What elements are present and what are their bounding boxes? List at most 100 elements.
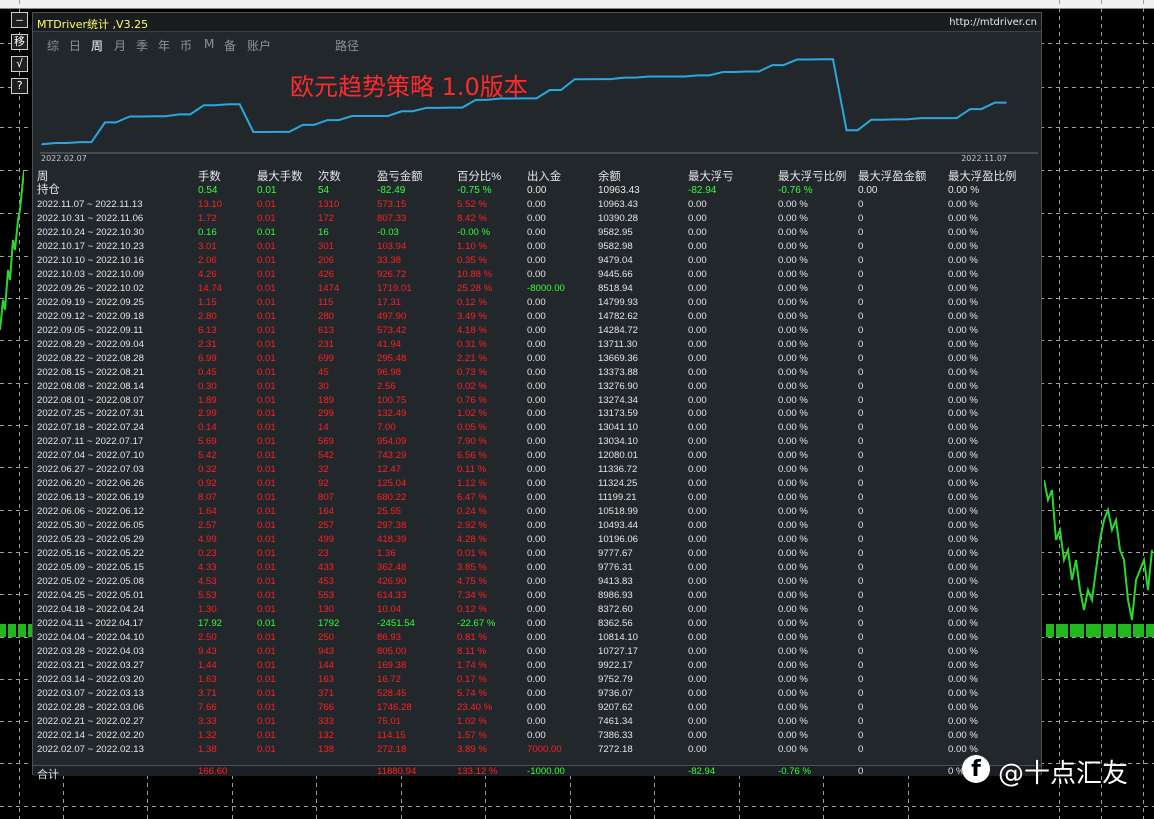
cell: 0.35 % [457, 254, 487, 266]
cell: 0.01 [257, 436, 276, 448]
col-header[interactable]: 余额 [598, 170, 621, 184]
total-lots: 166.60 [198, 766, 228, 777]
cell: 6.56 % [457, 450, 487, 462]
table-row[interactable]: 2022.02.28 ~ 2022.03.06 7.66 0.01 766 1746.2… [33, 701, 1041, 715]
cell: 0.00 [527, 590, 546, 602]
col-header[interactable]: 最大浮亏比例 [778, 170, 846, 184]
cell: 0.01 [257, 450, 276, 462]
table-row[interactable]: 2022.08.29 ~ 2022.09.04 2.31 0.01 231 41.94 0… [33, 338, 1041, 352]
table-row[interactable]: 2022.10.10 ~ 2022.10.16 2.06 0.01 206 33.38 0… [33, 254, 1041, 268]
table-row[interactable]: 2022.02.07 ~ 2022.02.13 1.38 0.01 138 272.18… [33, 743, 1041, 757]
help-button[interactable]: ? [11, 78, 28, 94]
col-header[interactable]: 最大浮盈金额 [858, 170, 926, 184]
check-button[interactable]: √ [11, 56, 28, 72]
col-header[interactable]: 最大手数 [257, 170, 303, 184]
cell: 4.26 [198, 268, 217, 280]
table-row[interactable]: 2022.05.02 ~ 2022.05.08 4.53 0.01 453 426.90… [33, 575, 1041, 589]
table-row[interactable]: 2022.05.09 ~ 2022.05.15 4.33 0.01 433 362.48… [33, 561, 1041, 575]
table-row[interactable]: 2022.04.18 ~ 2022.04.24 1.30 0.01 130 10.04 0… [33, 603, 1041, 617]
cell: 0.00 % [948, 310, 978, 322]
cell: 0.14 [198, 422, 217, 434]
cell: 0.00 % [778, 701, 808, 713]
table-row[interactable]: 2022.10.24 ~ 2022.10.30 0.16 0.01 16 -0.03 -0… [33, 226, 1041, 240]
cell: 0.00 % [778, 198, 808, 210]
table-row[interactable]: 2022.04.25 ~ 2022.05.01 5.53 0.01 553 614.33… [33, 589, 1041, 603]
cell: 0 [858, 590, 864, 602]
cell: 0.32 [198, 464, 217, 476]
table-row[interactable]: 2022.10.03 ~ 2022.10.09 4.26 0.01 426 926.72… [33, 268, 1041, 282]
table-row[interactable]: 2022.09.19 ~ 2022.09.25 1.15 0.01 115 17.31 0… [33, 296, 1041, 310]
table-row[interactable]: 2022.03.28 ~ 2022.04.03 9.43 0.01 943 805.00… [33, 645, 1041, 659]
table-row[interactable]: 2022.08.08 ~ 2022.08.14 0.30 0.01 30 2.56 0.0… [33, 380, 1041, 394]
tab-currency[interactable]: 币 [180, 37, 192, 54]
table-row[interactable]: 2022.06.06 ~ 2022.06.12 1.64 0.01 164 25.55 0… [33, 505, 1041, 519]
cell: 0.00 [527, 324, 546, 336]
cell: 10963.43 [598, 184, 640, 196]
tab-week[interactable]: 周 [91, 37, 103, 54]
tab-quarter[interactable]: 季 [136, 37, 148, 54]
table-row[interactable]: 2022.04.04 ~ 2022.04.10 2.50 0.01 250 86.93 0… [33, 631, 1041, 645]
table-row[interactable]: 2022.06.27 ~ 2022.07.03 0.32 0.01 32 12.47 0.… [33, 463, 1041, 477]
cell: 0.01 [257, 464, 276, 476]
tab-year[interactable]: 年 [158, 37, 170, 54]
table-row[interactable]: 2022.08.22 ~ 2022.08.28 6.99 0.01 699 295.48… [33, 352, 1041, 366]
table-row[interactable]: 2022.10.17 ~ 2022.10.23 3.01 0.01 301 103.94… [33, 240, 1041, 254]
cell: 0.00 [527, 226, 546, 238]
table-row[interactable]: 2022.04.11 ~ 2022.04.17 17.92 0.01 1792 -245… [33, 617, 1041, 631]
week-range: 2022.11.07 ~ 2022.11.13 [37, 198, 143, 210]
table-row[interactable]: 2022.02.14 ~ 2022.02.20 1.32 0.01 132 114.15… [33, 729, 1041, 743]
cell: 0 [858, 352, 864, 364]
table-row[interactable]: 2022.08.15 ~ 2022.08.21 0.45 0.01 45 96.98 0.… [33, 366, 1041, 380]
table-row[interactable]: 2022.03.21 ~ 2022.03.27 1.44 0.01 144 169.38… [33, 659, 1041, 673]
tab-month[interactable]: 月 [114, 37, 126, 54]
col-header[interactable]: 出入金 [527, 170, 561, 184]
col-header[interactable]: 周 [37, 170, 48, 184]
cell: 0.01 [257, 645, 276, 657]
table-row[interactable]: 2022.03.07 ~ 2022.03.13 3.71 0.01 371 528.45… [33, 687, 1041, 701]
table-row[interactable]: 2022.05.16 ~ 2022.05.22 0.23 0.01 23 1.36 0.0… [33, 547, 1041, 561]
site-link[interactable]: http://mtdriver.cn [949, 17, 1037, 28]
table-row[interactable]: 2022.05.30 ~ 2022.06.05 2.57 0.01 257 297.38… [33, 519, 1041, 533]
table-row[interactable]: 2022.09.05 ~ 2022.09.11 6.13 0.01 613 573.42… [33, 324, 1041, 338]
col-header[interactable]: 手数 [198, 170, 221, 184]
table-row[interactable]: 2022.07.25 ~ 2022.07.31 2.99 0.01 299 132.49… [33, 407, 1041, 421]
table-row[interactable]: 2022.07.11 ~ 2022.07.17 5.69 0.01 569 954.09… [33, 435, 1041, 449]
col-header[interactable]: 最大浮盈比例 [948, 170, 1016, 184]
table-row[interactable]: 2022.08.01 ~ 2022.08.07 1.89 0.01 189 100.75… [33, 394, 1041, 408]
table-row[interactable]: 2022.10.31 ~ 2022.11.06 1.72 0.01 172 807.33… [33, 212, 1041, 226]
tab-overview[interactable]: 综 [47, 37, 59, 54]
table-row[interactable]: 2022.07.18 ~ 2022.07.24 0.14 0.01 14 7.00 0.0… [33, 421, 1041, 435]
col-header[interactable]: 百分比% [457, 170, 501, 184]
cell: -22.67 % [457, 618, 496, 629]
col-header[interactable]: 次数 [318, 170, 341, 184]
cell: 0.00 % [948, 226, 978, 238]
tab-day[interactable]: 日 [69, 37, 81, 54]
col-header[interactable]: 最大浮亏 [688, 170, 734, 184]
cell: -82.49 [377, 184, 406, 196]
tab-account[interactable]: 账户 [247, 37, 271, 54]
table-row[interactable]: 2022.07.04 ~ 2022.07.10 5.42 0.01 542 743.29… [33, 449, 1041, 463]
table-row[interactable]: 2022.09.26 ~ 2022.10.02 14.74 0.01 1474 1719… [33, 282, 1041, 296]
move-button[interactable]: 移 [11, 34, 28, 50]
cell: 2.92 % [457, 520, 487, 532]
table-row[interactable]: 2022.05.23 ~ 2022.05.29 4.99 0.01 499 418.39… [33, 533, 1041, 547]
table-row[interactable]: 2022.03.14 ~ 2022.03.20 1.63 0.01 163 16.72 0… [33, 673, 1041, 687]
tab-backup[interactable]: 备 [224, 37, 236, 54]
cell: 9736.07 [598, 687, 633, 699]
cell: 9777.67 [598, 548, 633, 560]
tab-path[interactable]: 路径 [335, 37, 359, 54]
table-row[interactable]: 2022.06.13 ~ 2022.06.19 8.07 0.01 807 680.22… [33, 491, 1041, 505]
cell: 0.00 [527, 254, 546, 266]
cell: 0 [858, 743, 864, 755]
table-row[interactable]: 2022.06.20 ~ 2022.06.26 0.92 0.01 92 125.04 1… [33, 477, 1041, 491]
table-row[interactable]: 2022.11.07 ~ 2022.11.13 13.10 0.01 1310 573.… [33, 198, 1041, 212]
position-row[interactable]: 持仓 0.54 0.01 54 -82.49 -0.75 % 0.00 1096… [33, 184, 1041, 198]
table-row[interactable]: 2022.09.12 ~ 2022.09.18 2.80 0.01 280 497.90… [33, 310, 1041, 324]
col-header[interactable]: 盈亏金额 [377, 170, 423, 184]
tab-magic[interactable]: M [204, 37, 214, 51]
cell: 0.00 [527, 184, 547, 196]
minimize-button[interactable]: — [11, 12, 28, 28]
table-row[interactable]: 2022.02.21 ~ 2022.02.27 3.33 0.01 333 75.01 1… [33, 715, 1041, 729]
cell: 0.00 [688, 464, 707, 476]
equity-point [980, 108, 983, 110]
